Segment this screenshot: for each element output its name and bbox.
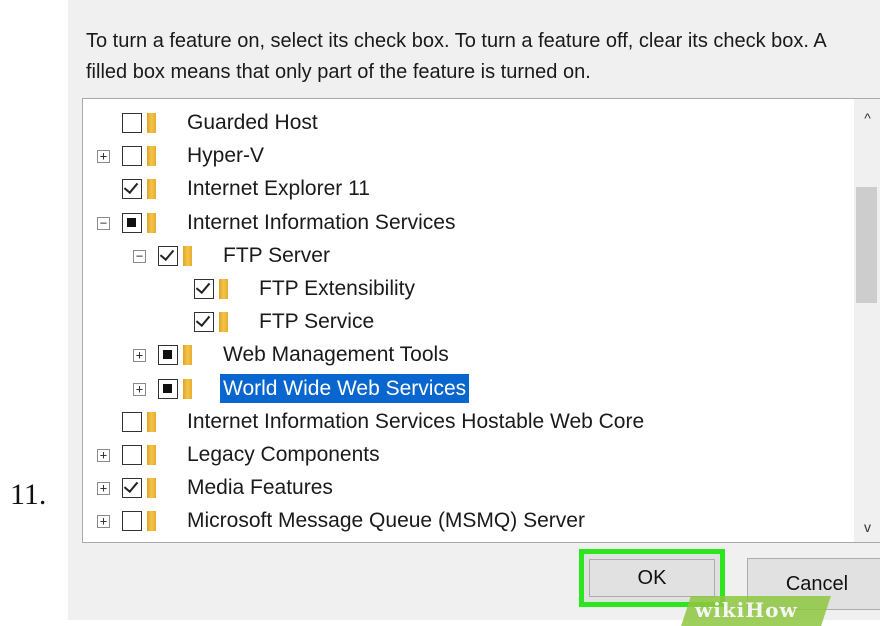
expand-icon[interactable]: + — [133, 382, 146, 396]
folder-icon — [183, 245, 192, 266]
feature-checkbox[interactable] — [158, 345, 178, 366]
folder-icon — [183, 345, 192, 366]
vertical-scrollbar[interactable]: ^ v — [854, 99, 880, 542]
collapse-icon[interactable]: − — [97, 216, 110, 230]
collapse-icon[interactable]: − — [133, 249, 146, 263]
feature-row[interactable]: FTP Extensibility — [83, 273, 853, 305]
folder-icon — [219, 279, 228, 299]
feature-checkbox[interactable] — [194, 279, 214, 299]
feature-label: FTP Server — [223, 243, 330, 267]
feature-row[interactable]: + World Wide Web Services — [83, 373, 853, 405]
feature-row[interactable]: + Microsoft Message Queue (MSMQ) Server — [83, 505, 853, 537]
expand-icon[interactable]: + — [97, 449, 110, 462]
feature-label: Legacy Components — [187, 443, 380, 466]
folder-icon — [147, 478, 156, 499]
feature-checkbox[interactable] — [122, 179, 142, 200]
feature-row[interactable]: Guarded Host — [83, 107, 853, 139]
feature-checkbox[interactable] — [122, 212, 142, 233]
folder-icon — [147, 445, 156, 465]
feature-label: World Wide Web Services — [220, 374, 470, 404]
feature-label: Media Features — [187, 476, 333, 500]
folder-icon — [147, 411, 156, 432]
feature-row[interactable]: + Web Management Tools — [83, 339, 853, 371]
feature-row[interactable]: + Media Features — [83, 472, 853, 504]
feature-label: Microsoft Message Queue (MSMQ) Server — [187, 509, 585, 533]
feature-label: FTP Service — [259, 310, 375, 334]
expand-icon[interactable]: + — [97, 150, 110, 164]
feature-checkbox[interactable] — [122, 445, 142, 465]
expand-icon[interactable]: + — [133, 349, 146, 363]
folder-icon — [147, 511, 156, 532]
feature-checkbox[interactable] — [122, 511, 142, 532]
feature-checkbox[interactable] — [122, 411, 142, 432]
folder-icon — [219, 312, 228, 333]
ok-button[interactable]: OK — [589, 559, 715, 597]
features-tree[interactable]: Guarded Host + Hyper-V Internet Explorer 11… — [82, 98, 880, 543]
feature-checkbox[interactable] — [122, 146, 142, 167]
folder-icon — [147, 179, 156, 200]
folder-icon — [147, 113, 156, 133]
feature-row[interactable]: Internet Explorer 11 — [83, 173, 853, 205]
expand-icon[interactable]: + — [97, 515, 110, 529]
folder-icon — [183, 378, 192, 399]
feature-label: Internet Explorer 11 — [187, 177, 370, 201]
feature-label: Guarded Host — [187, 111, 318, 134]
expand-icon[interactable]: + — [97, 482, 110, 496]
folder-icon — [147, 146, 156, 167]
feature-checkbox[interactable] — [158, 245, 178, 266]
feature-row[interactable]: − Internet Information Services — [83, 207, 853, 239]
feature-label: Hyper-V — [187, 144, 265, 168]
scroll-up-icon[interactable]: ^ — [854, 105, 880, 131]
feature-label: Web Management Tools — [223, 343, 449, 367]
feature-row[interactable]: + Hyper-V — [83, 140, 853, 172]
instructions-text: To turn a feature on, select its check b… — [86, 30, 826, 83]
feature-label: Internet Information Services Hostable W… — [187, 409, 645, 433]
feature-label: FTP Extensibility — [259, 277, 415, 300]
folder-icon — [147, 212, 156, 233]
feature-checkbox[interactable] — [122, 478, 142, 499]
feature-row[interactable]: Internet Information Services Hostable W… — [83, 406, 853, 438]
feature-row[interactable]: FTP Service — [83, 306, 853, 338]
scroll-down-icon[interactable]: v — [854, 514, 880, 540]
windows-features-dialog: To turn a feature on, select its check b… — [68, 0, 880, 620]
feature-checkbox[interactable] — [194, 312, 214, 333]
feature-checkbox[interactable] — [158, 378, 178, 399]
feature-row[interactable]: − FTP Server — [83, 240, 853, 272]
feature-checkbox[interactable] — [122, 113, 142, 133]
wikihow-watermark: wikiHow — [695, 598, 798, 622]
step-number: 11. — [10, 478, 47, 511]
feature-row[interactable]: + Legacy Components — [83, 439, 853, 471]
feature-label: Internet Information Services — [187, 210, 456, 234]
scroll-thumb[interactable] — [856, 187, 877, 303]
